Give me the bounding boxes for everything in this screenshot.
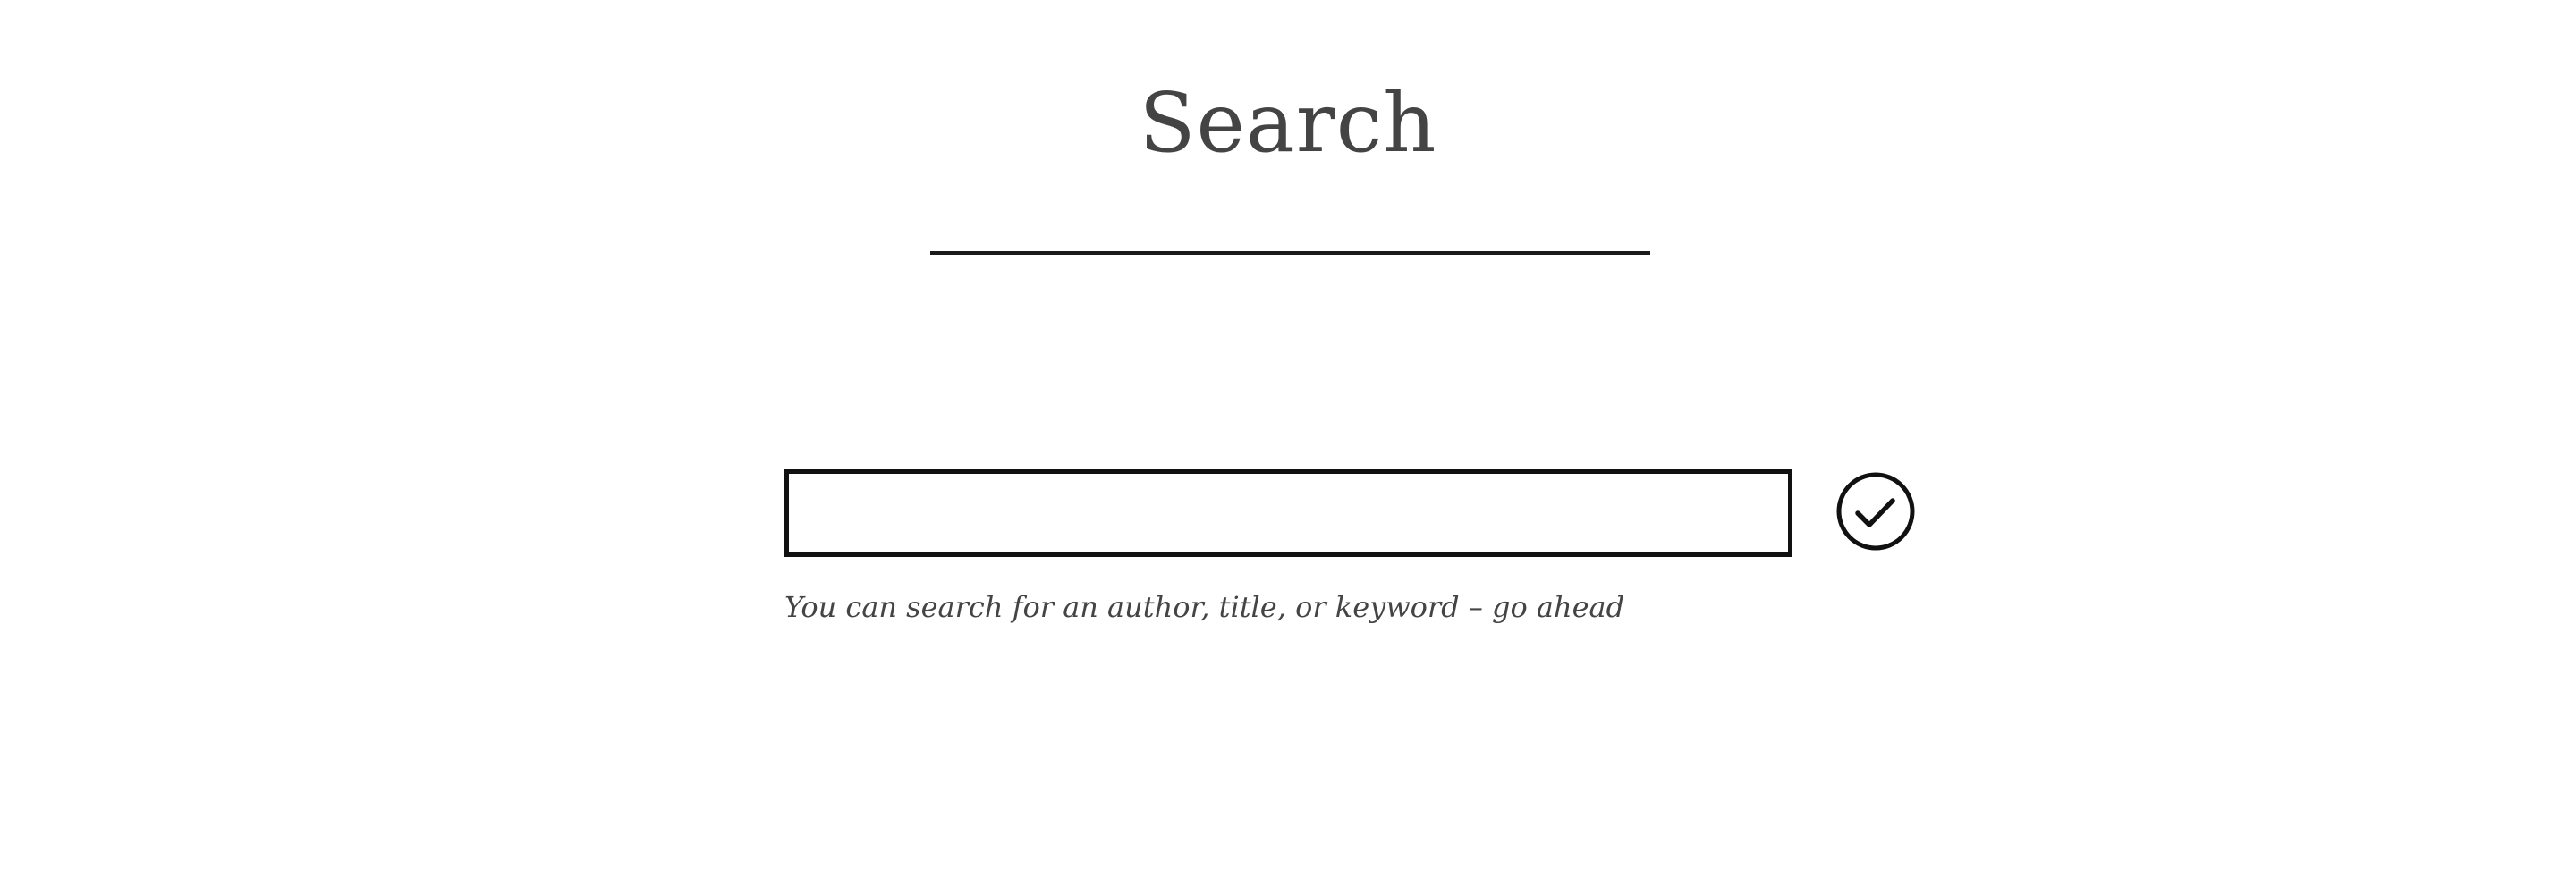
- search-input[interactable]: [784, 469, 1792, 557]
- search-submit-button[interactable]: [1835, 471, 1916, 552]
- page-title: Search: [1139, 75, 1437, 171]
- title-divider: [930, 251, 1650, 255]
- check-circle-icon: [1836, 472, 1915, 551]
- search-form: You can search for an author, title, or …: [784, 469, 1916, 648]
- search-help-text: You can search for an author, title, or …: [784, 590, 1625, 624]
